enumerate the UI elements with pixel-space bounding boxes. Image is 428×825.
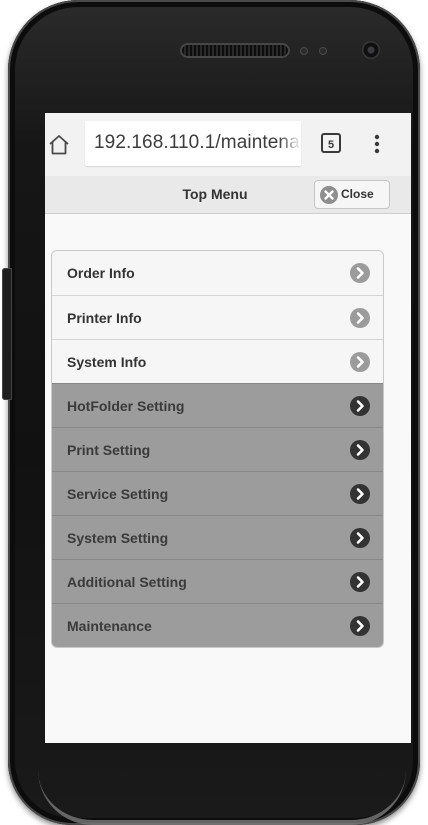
menu-item-system-setting[interactable]: System Setting [52,515,383,559]
address-bar[interactable]: 192.168.110.1/maintenance [85,121,301,166]
top-menu-list: Order Info Printer Info System Info HotFold… [51,250,384,648]
chevron-right-icon [350,616,370,636]
chevron-right-icon [350,308,370,328]
menu-item-label: System Setting [67,530,169,546]
menu-item-label: Print Setting [67,442,151,458]
menu-item-label: System Info [67,354,147,370]
menu-item-label: Additional Setting [67,574,187,590]
page-header: Top Menu Close [45,176,411,214]
menu-item-system-info[interactable]: System Info [52,339,383,383]
phone-sensor-dot [319,47,327,55]
browser-screen: 192.168.110.1/maintenance 5 Top Menu Clo… [45,113,411,743]
menu-item-label: Order Info [67,265,135,281]
url-text: 192.168.110.1/maintenance [94,132,301,153]
phone-side-button [2,268,12,400]
chevron-right-icon [350,528,370,548]
url-fade [279,121,301,166]
menu-item-hotfolder-setting[interactable]: HotFolder Setting [52,383,383,427]
front-camera [362,41,380,59]
menu-item-maintenance[interactable]: Maintenance [52,603,383,647]
phone-sensor-dot [300,47,308,55]
chevron-right-icon [350,352,370,372]
menu-item-additional-setting[interactable]: Additional Setting [52,559,383,603]
close-button[interactable]: Close [314,180,390,209]
menu-item-label: HotFolder Setting [67,398,185,414]
menu-item-label: Maintenance [67,618,152,634]
close-label: Close [341,187,374,201]
phone-speaker [180,43,290,58]
chevron-right-icon [350,396,370,416]
menu-item-print-setting[interactable]: Print Setting [52,427,383,471]
menu-item-printer-info[interactable]: Printer Info [52,295,383,339]
phone-bottom-rim [38,770,406,825]
tab-switcher-icon[interactable]: 5 [321,133,341,153]
chevron-right-icon [350,263,370,283]
chevron-right-icon [350,572,370,592]
close-icon [320,186,338,204]
browser-toolbar: 192.168.110.1/maintenance 5 [45,113,411,176]
menu-item-service-setting[interactable]: Service Setting [52,471,383,515]
chevron-right-icon [350,440,370,460]
chevron-right-icon [350,484,370,504]
menu-item-label: Service Setting [67,486,169,502]
more-vert-icon[interactable] [365,132,389,156]
menu-item-order-info[interactable]: Order Info [52,251,383,295]
menu-item-label: Printer Info [67,310,142,326]
home-icon[interactable] [47,133,71,157]
